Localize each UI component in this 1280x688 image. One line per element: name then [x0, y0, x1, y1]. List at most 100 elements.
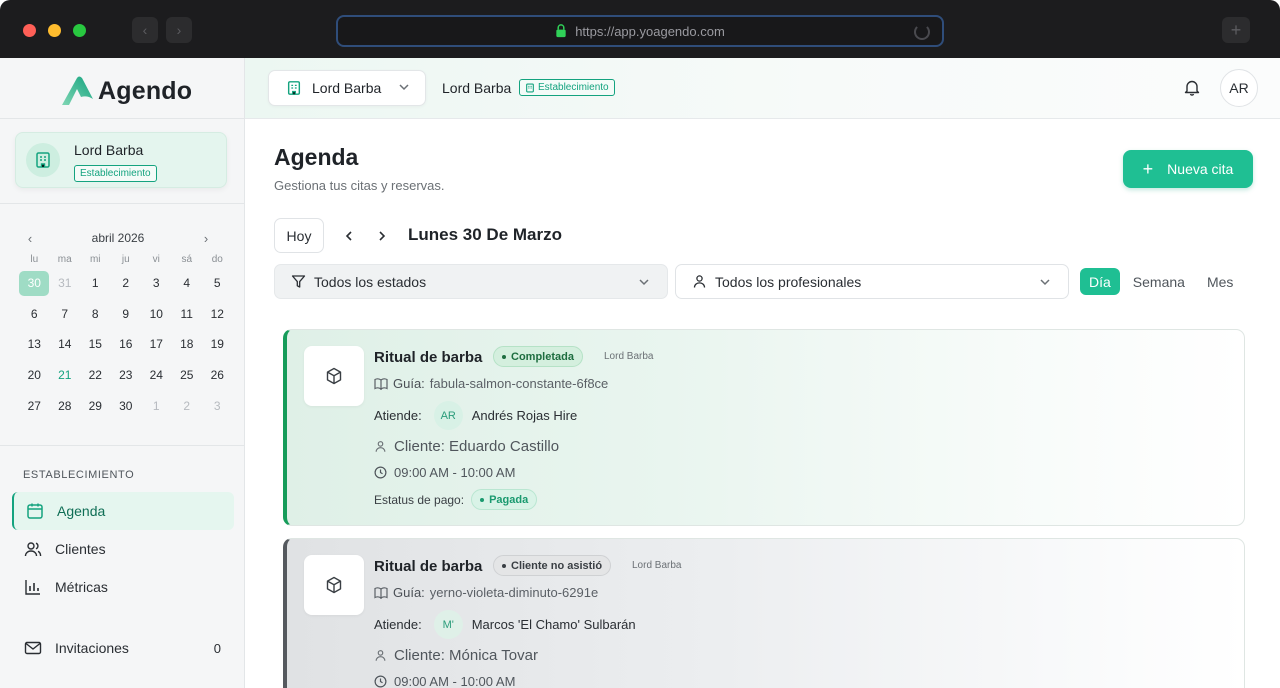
staff-name: Marcos 'El Chamo' Sulbarán	[471, 617, 636, 632]
appointment-time: 09:00 AM - 10:00 AM	[374, 674, 515, 688]
close-window-button[interactable]	[23, 24, 36, 37]
tab-mes[interactable]: Mes	[1198, 268, 1242, 295]
calendar-day[interactable]: 8	[80, 299, 111, 330]
service-name: Ritual de barba	[374, 349, 483, 366]
browser-back-button[interactable]: ‹	[132, 17, 158, 43]
tab-dia[interactable]: Día	[1080, 268, 1120, 295]
client-name: Cliente: Eduardo Castillo	[394, 438, 560, 455]
calendar-day-number: 31	[58, 276, 72, 291]
building-icon	[526, 83, 534, 92]
guide-label: Guía:	[393, 376, 425, 391]
appointment-time: 09:00 AM - 10:00 AM	[374, 465, 515, 480]
appointment-card[interactable]: Ritual de barba Cliente no asistió Lord …	[283, 538, 1245, 688]
status-filter-select[interactable]: Todos los estados	[274, 264, 668, 299]
calendar-day[interactable]: 23	[111, 360, 142, 391]
calendar-day[interactable]: 19	[202, 329, 233, 360]
notifications-button[interactable]	[1184, 79, 1200, 101]
maximize-window-button[interactable]	[73, 24, 86, 37]
package-icon	[304, 346, 364, 406]
calendar-day[interactable]: 2	[111, 268, 142, 299]
calendar-day-number: 28	[58, 398, 72, 413]
sidebar-item-clientes[interactable]: Clientes	[12, 530, 234, 568]
calendar-day-number: 8	[91, 306, 99, 321]
calendar-day[interactable]: 18	[172, 329, 203, 360]
calendar-next-month-button[interactable]: ›	[198, 231, 214, 246]
calendar-day[interactable]: 15	[80, 329, 111, 360]
calendar-day[interactable]: 31	[50, 268, 81, 299]
user-icon	[692, 274, 707, 289]
calendar-weekday: vi	[152, 254, 160, 265]
previous-day-button[interactable]	[339, 226, 359, 246]
calendar-day[interactable]: 30	[111, 390, 142, 421]
calendar-day[interactable]: 4	[172, 268, 203, 299]
calendar-day-number: 27	[27, 398, 41, 413]
reload-icon[interactable]	[914, 24, 930, 40]
calendar-day-number: 4	[183, 276, 191, 291]
minimize-window-button[interactable]	[48, 24, 61, 37]
calendar-day[interactable]: 11	[172, 299, 203, 330]
calendar-day[interactable]: 16	[111, 329, 142, 360]
url-text: https://app.yoagendo.com	[575, 23, 725, 39]
package-icon	[304, 555, 364, 615]
calendar-day[interactable]: 24	[141, 360, 172, 391]
calendar-day[interactable]: 12	[202, 299, 233, 330]
calendar-day[interactable]: 20	[19, 360, 50, 391]
mini-calendar: lu ma mi ju vi sá do 30 31 1 2 3 4 5 6 7 8 9 10 11 12 13 14 15 1…	[19, 254, 233, 421]
calendar-day[interactable]: 30	[19, 268, 50, 299]
calendar-day[interactable]: 10	[141, 299, 172, 330]
establishment-select[interactable]: Lord Barba	[268, 70, 426, 106]
address-bar[interactable]: https://app.yoagendo.com	[336, 15, 944, 47]
section-label: ESTABLECIMIENTO	[23, 469, 135, 481]
book-icon	[374, 587, 388, 599]
calendar-day[interactable]: 5	[202, 268, 233, 299]
calendar-weekday: do	[211, 254, 223, 265]
establishment-tag: Establecimiento	[519, 79, 615, 96]
user-icon	[375, 441, 386, 452]
calendar-day[interactable]: 21	[50, 360, 81, 391]
sidebar-item-invitaciones[interactable]: Invitaciones 0	[12, 629, 234, 667]
calendar-day[interactable]: 27	[19, 390, 50, 421]
calendar-day[interactable]: 14	[50, 329, 81, 360]
tab-semana[interactable]: Semana	[1124, 268, 1194, 295]
calendar-day[interactable]: 6	[19, 299, 50, 330]
building-icon	[26, 143, 60, 177]
appointment-card[interactable]: Ritual de barba Completada Lord Barba Gu…	[283, 329, 1245, 526]
status-filter-value: Todos los estados	[314, 273, 427, 290]
calendar-day-number: 3	[152, 276, 160, 291]
app-logo[interactable]: Agendo	[60, 74, 192, 108]
calendar-day[interactable]: 29	[80, 390, 111, 421]
calendar-day[interactable]: 1	[80, 268, 111, 299]
calendar-day[interactable]: 3	[141, 268, 172, 299]
calendar-day[interactable]: 26	[202, 360, 233, 391]
staff-avatar: AR	[433, 401, 463, 430]
sidebar-item-metricas[interactable]: Métricas	[12, 568, 234, 606]
calendar-day[interactable]: 13	[19, 329, 50, 360]
calendar-day[interactable]: 17	[141, 329, 172, 360]
calendar-day[interactable]: 28	[50, 390, 81, 421]
sidebar-item-label: Invitaciones	[55, 640, 129, 656]
calendar-day[interactable]: 2	[172, 390, 203, 421]
guide-code: yerno-violeta-diminuto-6291e	[429, 585, 599, 600]
user-avatar[interactable]: AR	[1220, 69, 1258, 107]
calendar-day[interactable]: 22	[80, 360, 111, 391]
appointment-location: Lord Barba	[632, 560, 682, 571]
calendar-day-number: 1	[152, 398, 160, 413]
calendar-day-number: 2	[122, 276, 130, 291]
sidebar-item-agenda[interactable]: Agenda	[12, 492, 234, 530]
appointment-guide: Guía: yerno-violeta-diminuto-6291e	[374, 585, 598, 600]
calendar-day[interactable]: 7	[50, 299, 81, 330]
today-button[interactable]: Hoy	[274, 218, 324, 253]
agendo-logo-icon	[62, 76, 93, 105]
new-tab-button[interactable]: +	[1222, 17, 1250, 43]
browser-forward-button[interactable]: ›	[166, 17, 192, 43]
staff-name: Andrés Rojas Hire	[471, 408, 578, 423]
new-appointment-button[interactable]: + Nueva cita	[1123, 150, 1253, 188]
calendar-day[interactable]: 3	[202, 390, 233, 421]
calendar-day[interactable]: 1	[141, 390, 172, 421]
professional-filter-select[interactable]: Todos los profesionales	[675, 264, 1069, 299]
next-day-button[interactable]	[372, 226, 392, 246]
calendar-prev-month-button[interactable]: ‹	[22, 231, 38, 246]
calendar-day[interactable]: 9	[111, 299, 142, 330]
establishment-card[interactable]: Lord Barba Establecimiento	[15, 132, 227, 188]
calendar-day[interactable]: 25	[172, 360, 203, 391]
